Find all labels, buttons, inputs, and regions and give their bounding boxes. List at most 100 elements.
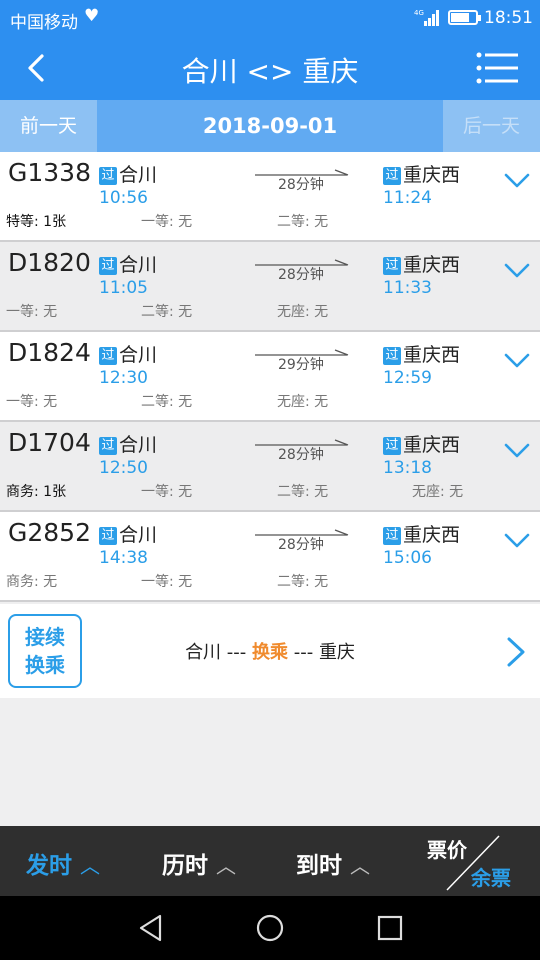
seat-availability: 商务: 1张 xyxy=(6,484,67,500)
train-row[interactable]: G1338 过合川 10:56 28分钟过重庆西 11:24 特等: 1张 一等: 无二等:… xyxy=(0,152,540,242)
seat-availability: 二等: 无 xyxy=(277,484,329,500)
system-nav-bar xyxy=(0,896,540,960)
train-list: G1338 过合川 10:56 28分钟过重庆西 11:24 特等: 1张 一等: 无二等:… xyxy=(0,152,540,602)
train-number: G1338 xyxy=(8,158,91,187)
nav-back-icon[interactable] xyxy=(136,912,168,944)
duration: 28分钟 xyxy=(278,537,324,553)
arrive-time: 15:06 xyxy=(383,548,432,568)
from-station: 过合川 xyxy=(99,520,157,547)
chevron-right-icon xyxy=(507,637,525,667)
sort-depart-button[interactable]: 发时 ︿ xyxy=(26,846,100,880)
transfer-sep: --- xyxy=(221,642,252,663)
depart-time: 11:05 xyxy=(99,278,148,298)
train-row[interactable]: D1820 过合川 11:05 28分钟过重庆西 11:33 一等: 无二等: 无无座: … xyxy=(0,242,540,332)
to-station-name: 重庆西 xyxy=(403,254,461,276)
header: 合川 <> 重庆 xyxy=(0,36,540,100)
to-station: 过重庆西 xyxy=(383,520,460,547)
pass-tag: 过 xyxy=(99,347,117,365)
seat-availability: 商务: 无 xyxy=(6,574,58,590)
seat-availability: 无座: 无 xyxy=(277,394,329,410)
next-day-button[interactable]: 后一天 xyxy=(443,100,540,152)
from-station-name: 合川 xyxy=(119,164,158,186)
to-station-name: 重庆西 xyxy=(403,344,461,366)
from-station-name: 合川 xyxy=(119,434,158,456)
carrier-name: 中国移动 xyxy=(10,13,78,33)
remaining-label: 余票 xyxy=(471,866,511,890)
seat-availability: 一等: 无 xyxy=(6,304,58,320)
duration: 28分钟 xyxy=(278,447,324,463)
depart-time: 10:56 xyxy=(99,188,148,208)
train-number: G2852 xyxy=(8,518,91,547)
date-bar: 2018-09-01 前一天 后一天 xyxy=(0,100,540,152)
sort-arrive-label: 到时 xyxy=(296,853,342,879)
from-station-name: 合川 xyxy=(119,254,158,276)
pass-tag: 过 xyxy=(383,347,401,365)
transfer-route: 合川 --- 换乘 --- 重庆 xyxy=(0,638,540,664)
sort-duration-button[interactable]: 历时 ︿ xyxy=(162,846,236,880)
seat-availability: 一等: 无 xyxy=(141,484,193,500)
transfer-middle: 换乘 xyxy=(252,642,288,663)
train-row[interactable]: D1824 过合川 12:30 29分钟过重庆西 12:59 一等: 无二等: 无无座: … xyxy=(0,332,540,422)
sort-bar: 发时 ︿ 历时 ︿ 到时 ︿ 票价 余票 xyxy=(0,826,540,896)
to-station: 过重庆西 xyxy=(383,250,460,277)
train-number: D1824 xyxy=(8,338,91,367)
seat-availability: 无座: 无 xyxy=(412,484,464,500)
pass-tag: 过 xyxy=(99,527,117,545)
to-station: 过重庆西 xyxy=(383,340,460,367)
depart-time: 12:30 xyxy=(99,368,148,388)
from-station: 过合川 xyxy=(99,250,157,277)
chevron-down-icon[interactable] xyxy=(503,172,531,190)
chevron-up-icon: ︿ xyxy=(350,854,370,878)
pass-tag: 过 xyxy=(99,257,117,275)
train-row[interactable]: G2852 过合川 14:38 28分钟过重庆西 15:06 商务: 无一等: 无二等: … xyxy=(0,512,540,602)
chevron-down-icon[interactable] xyxy=(503,262,531,280)
seat-availability: 一等: 无 xyxy=(141,214,193,230)
transfer-from: 合川 xyxy=(185,642,222,663)
seat-availability: 二等: 无 xyxy=(277,214,329,230)
pass-tag: 过 xyxy=(383,437,401,455)
chevron-up-icon: ︿ xyxy=(216,854,236,878)
pass-tag: 过 xyxy=(383,527,401,545)
svg-text:4G: 4G xyxy=(414,9,424,17)
pass-tag: 过 xyxy=(383,167,401,185)
nav-recents-icon[interactable] xyxy=(374,912,406,944)
from-station: 过合川 xyxy=(99,430,157,457)
chevron-down-icon[interactable] xyxy=(503,352,531,370)
from-station-name: 合川 xyxy=(119,524,158,546)
sort-depart-label: 发时 xyxy=(26,853,72,879)
clock: 18:51 xyxy=(484,8,533,28)
arrive-time: 13:18 xyxy=(383,458,432,478)
sort-price-button[interactable]: 票价 余票 xyxy=(425,832,535,892)
pass-tag: 过 xyxy=(383,257,401,275)
train-number: D1820 xyxy=(8,248,91,277)
pass-tag: 过 xyxy=(99,167,117,185)
to-station-name: 重庆西 xyxy=(403,524,461,546)
transfer-to: 重庆 xyxy=(318,642,355,663)
pass-tag: 过 xyxy=(99,437,117,455)
to-station-name: 重庆西 xyxy=(403,164,461,186)
train-row[interactable]: D1704 过合川 12:50 28分钟过重庆西 13:18 商务: 1张 一等: 无二等:… xyxy=(0,422,540,512)
seat-availability: 一等: 无 xyxy=(6,394,58,410)
battery-icon xyxy=(448,10,481,25)
train-number: D1704 xyxy=(8,428,91,457)
seat-availability: 无座: 无 xyxy=(277,304,329,320)
chevron-down-icon[interactable] xyxy=(503,442,531,460)
to-station: 过重庆西 xyxy=(383,430,460,457)
sort-arrive-button[interactable]: 到时 ︿ xyxy=(296,846,370,880)
nav-home-icon[interactable] xyxy=(254,912,286,944)
arrive-time: 11:33 xyxy=(383,278,432,298)
menu-icon[interactable] xyxy=(476,52,518,84)
sort-duration-label: 历时 xyxy=(162,853,208,879)
heart-icon: ♥ xyxy=(84,6,100,26)
duration: 28分钟 xyxy=(278,177,324,193)
from-station: 过合川 xyxy=(99,160,157,187)
signal-icon: 4G xyxy=(414,9,439,26)
chevron-down-icon[interactable] xyxy=(503,532,531,550)
seat-availability: 二等: 无 xyxy=(141,394,193,410)
chevron-up-icon: ︿ xyxy=(80,854,100,878)
status-bar: 中国移动 ♥ 4G 18:51 xyxy=(0,0,540,36)
to-station: 过重庆西 xyxy=(383,160,460,187)
depart-time: 12:50 xyxy=(99,458,148,478)
prev-day-button[interactable]: 前一天 xyxy=(0,100,97,152)
transfer-row[interactable]: 接续 换乘 合川 --- 换乘 --- 重庆 xyxy=(0,604,540,698)
